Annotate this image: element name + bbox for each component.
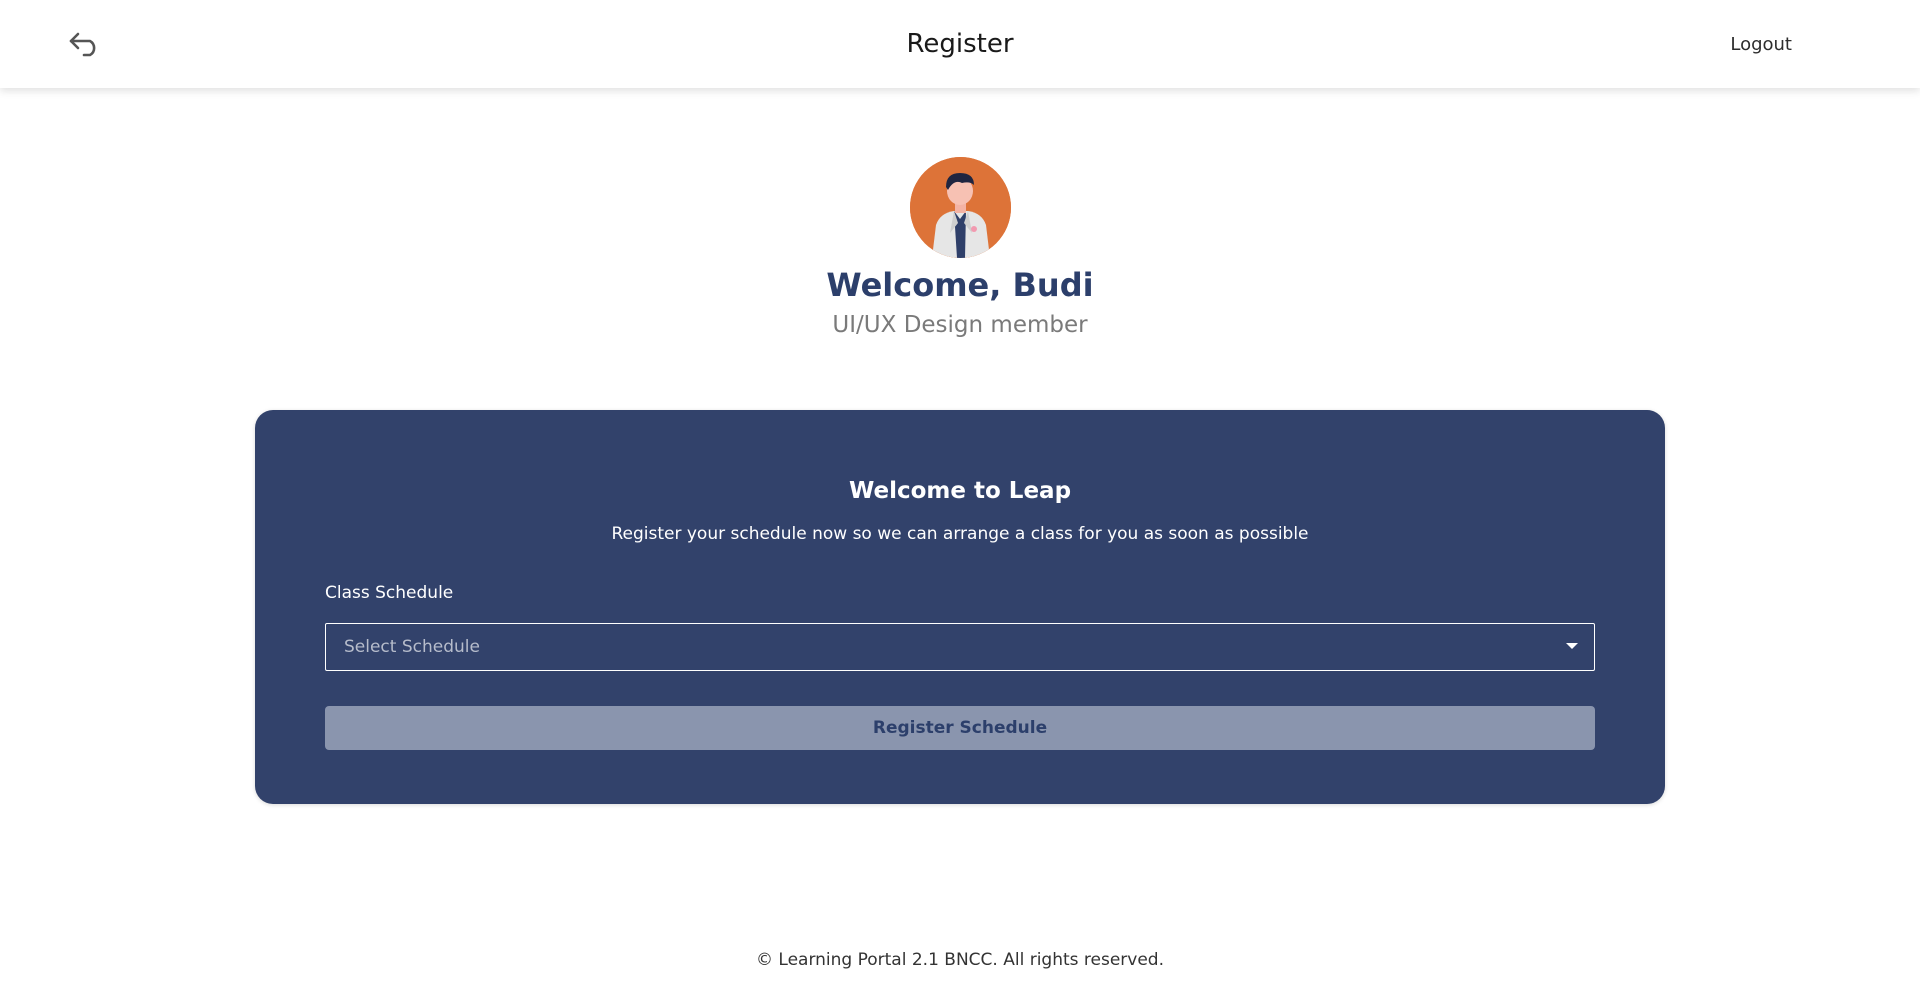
- schedule-select[interactable]: Select Schedule: [325, 623, 1595, 671]
- user-avatar-illustration: [909, 157, 1011, 258]
- card-title: Welcome to Leap: [848, 478, 1072, 504]
- welcome-greeting: Welcome, Budi: [826, 266, 1094, 304]
- undo-arrow-icon: [69, 32, 96, 57]
- logout-link[interactable]: Logout: [1730, 0, 1792, 88]
- register-schedule-button[interactable]: Register Schedule: [325, 706, 1595, 750]
- back-button[interactable]: [64, 26, 106, 62]
- caret-down-icon: [1566, 643, 1578, 649]
- register-card: Welcome to Leap Register your schedule n…: [255, 410, 1665, 804]
- page-title: Register: [906, 29, 1014, 59]
- profile-section: Welcome, Budi UI/UX Design member: [0, 157, 1920, 338]
- avatar: [909, 157, 1011, 258]
- select-placeholder: Select Schedule: [344, 637, 480, 657]
- card-subtitle: Register your schedule now so we can arr…: [611, 524, 1309, 544]
- top-bar: Register Logout: [0, 0, 1920, 88]
- member-role: UI/UX Design member: [832, 312, 1088, 338]
- class-schedule-label: Class Schedule: [325, 583, 454, 603]
- footer-copyright: © Learning Portal 2.1 BNCC. All rights r…: [756, 950, 1164, 970]
